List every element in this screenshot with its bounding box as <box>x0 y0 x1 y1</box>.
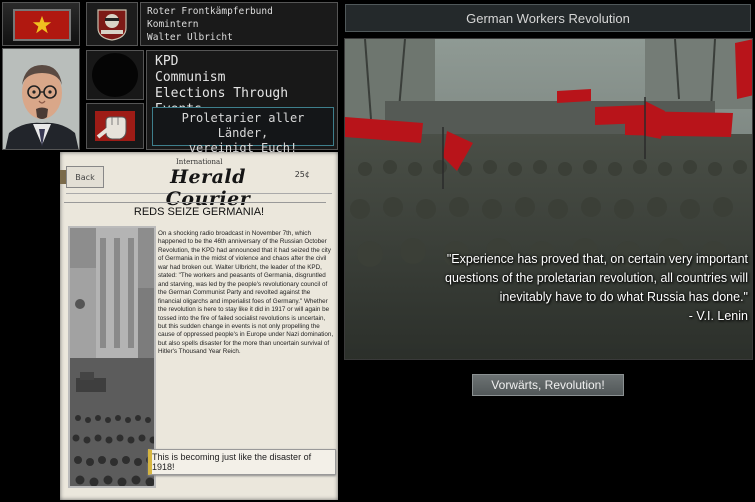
back-button[interactable]: Back <box>66 166 104 188</box>
quote-author: - V.I. Lenin <box>688 309 748 323</box>
empty-slot[interactable] <box>86 50 144 100</box>
leader-name: Walter Ulbricht <box>147 32 233 43</box>
country-flag <box>13 9 71 41</box>
newspaper-price: 25¢ <box>294 170 310 179</box>
faction-name: Roter Frontkämpferbund <box>147 6 273 17</box>
newspaper-photo-image <box>70 228 154 486</box>
masthead: Herald Courier <box>165 166 251 210</box>
ideology-name: Communism <box>155 70 226 85</box>
ideology-emblem[interactable] <box>86 103 144 149</box>
star-icon <box>32 15 52 34</box>
masthead-subtitle: International <box>176 158 223 166</box>
empty-slot-circle <box>92 53 138 97</box>
quote-line-2: questions of the proletarian revolution,… <box>445 271 748 285</box>
faction-emblem-icon <box>97 9 127 41</box>
faction-emblem[interactable] <box>86 2 138 46</box>
alliance-name: Komintern <box>147 19 199 30</box>
quote-line-3: inevitably have to do what Russia has do… <box>499 290 748 304</box>
faction-info: Roter Frontkämpferbund Komintern Walter … <box>140 2 338 46</box>
event-quote: "Experience has proved that, on certain … <box>360 250 748 326</box>
raised-fist-icon <box>95 111 135 141</box>
newspaper-photo <box>68 226 156 488</box>
newspaper-rule <box>64 196 326 203</box>
leader-portrait-image <box>3 49 79 149</box>
leader-portrait[interactable] <box>2 48 80 150</box>
party-slogan: Proletarier aller Länder, vereinigt Euch… <box>152 107 334 155</box>
flag-slot[interactable] <box>2 2 80 46</box>
quote-line-1: "Experience has proved that, on certain … <box>446 252 748 266</box>
newspaper-response-button[interactable]: This is becoming just like the disaster … <box>148 449 336 475</box>
newspaper-header: Back International Herald Courier 25¢ <box>60 154 332 210</box>
event-option-button[interactable]: Vorwärts, Revolution! <box>472 374 624 396</box>
newspaper: Back International Herald Courier 25¢ RE… <box>60 152 338 500</box>
party-name: KPD <box>155 54 179 69</box>
newspaper-headline: REDS SEIZE GERMANIA! <box>133 206 265 218</box>
event-title: German Workers Revolution <box>345 4 751 32</box>
slogan-line-1: Proletarier aller Länder, <box>181 111 305 140</box>
newspaper-article: On a shocking radio broadcast in Novembe… <box>158 230 334 356</box>
